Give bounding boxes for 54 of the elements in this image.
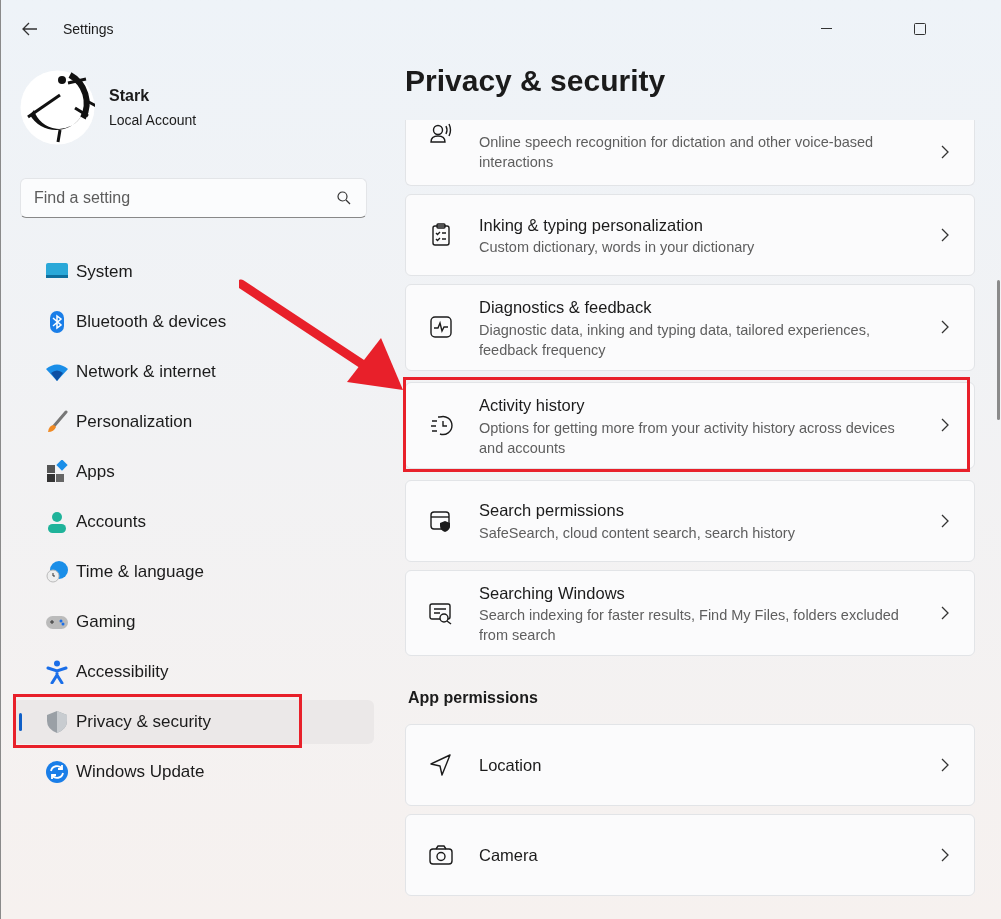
sidebar-item[interactable]: System: [13, 250, 133, 294]
globe-clock-icon: [45, 560, 69, 584]
person-icon: [45, 510, 69, 534]
search-field[interactable]: Find a setting: [20, 178, 367, 218]
sidebar-item[interactable]: Bluetooth & devices: [13, 300, 227, 344]
paintbrush-icon: [45, 410, 69, 434]
camera-icon: [429, 843, 453, 868]
search-icon: [337, 191, 351, 205]
apps-icon: [45, 460, 69, 484]
chevron-right-icon: [941, 758, 949, 773]
accessibility-icon: [45, 660, 69, 684]
sidebar-item[interactable]: Privacy & security: [13, 700, 374, 744]
shield-icon: [45, 710, 69, 734]
pulse-icon: [429, 315, 453, 340]
settings-card[interactable]: Camera: [405, 814, 975, 897]
settings-card[interactable]: Activity history Options for getting more from your activity history across devices and accounts: [405, 381, 975, 469]
location-arrow-icon: [429, 753, 453, 778]
window-title: Settings: [63, 19, 114, 39]
sidebar-item[interactable]: Gaming: [13, 600, 136, 644]
chevron-right-icon: [941, 605, 949, 620]
browser-shield-icon: [429, 508, 453, 533]
refresh-icon: [45, 760, 69, 784]
chevron-right-icon: [941, 144, 949, 159]
sidebar-item[interactable]: Apps: [13, 450, 115, 494]
section-heading: App permissions: [408, 688, 539, 709]
history-clock-icon: [429, 413, 453, 438]
settings-card[interactable]: Online speech recognition for dictation and other voice-based interactions: [405, 120, 975, 186]
sidebar-item[interactable]: Time & language: [13, 550, 204, 594]
selection-indicator: [19, 713, 22, 731]
speaking-person-icon: [429, 122, 453, 146]
clipboard-checklist-icon: [429, 223, 453, 247]
account-name: Stark: [109, 86, 151, 106]
chevron-right-icon: [941, 228, 949, 242]
page-title: Privacy & security: [405, 64, 666, 97]
settings-card[interactable]: Diagnostics & feedback Diagnostic data, inking and typing data, tailored experiences, feedback frequency: [405, 284, 975, 371]
sidebar-item[interactable]: Accounts: [13, 500, 146, 544]
chevron-right-icon: [941, 418, 949, 433]
maximize-icon: [914, 23, 926, 35]
sidebar-item[interactable]: Windows Update: [13, 750, 205, 794]
minimize-icon: [820, 28, 832, 30]
settings-card[interactable]: Location: [405, 724, 975, 807]
scrollbar-thumb[interactable]: [997, 280, 1000, 420]
sidebar-item[interactable]: Network & internet: [13, 350, 216, 394]
back-arrow-icon: [22, 22, 38, 36]
account-type: Local Account: [109, 111, 197, 130]
settings-card[interactable]: Inking & typing personalization Custom dictionary, words in your dictionary: [405, 194, 975, 276]
sidebar-item[interactable]: Personalization: [13, 400, 193, 444]
sidebar-item[interactable]: Accessibility: [13, 650, 169, 694]
settings-card[interactable]: Searching Windows Search indexing for faster results, Find My Files, folders excluded from search: [405, 569, 975, 657]
window-search-icon: [429, 600, 453, 625]
chevron-right-icon: [941, 513, 949, 528]
chevron-right-icon: [941, 320, 949, 335]
settings-card[interactable]: Search permissions SafeSearch, cloud content search, search history: [405, 479, 975, 562]
chevron-right-icon: [941, 848, 949, 863]
